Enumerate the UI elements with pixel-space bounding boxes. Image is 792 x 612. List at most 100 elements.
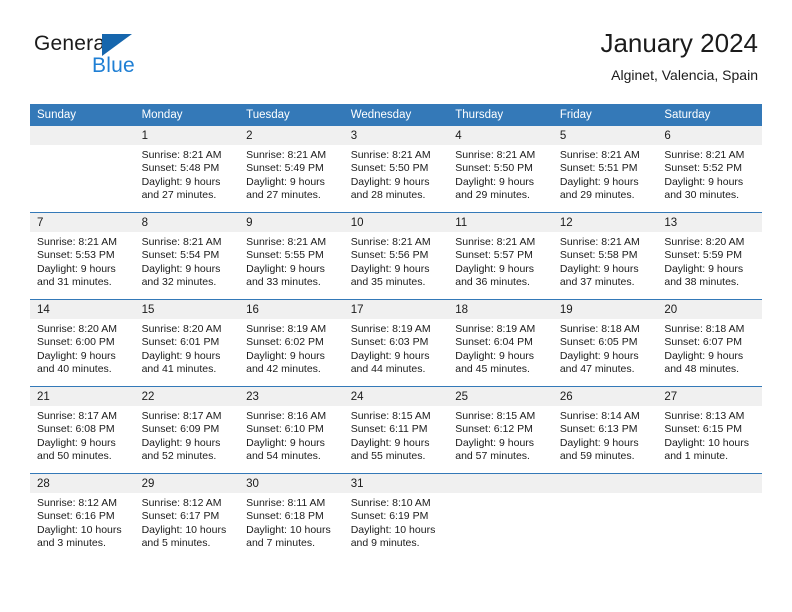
- sunset-time: Sunset: 5:50 PM: [455, 162, 533, 175]
- day-number: 22: [134, 387, 240, 406]
- calendar-day-cell[interactable]: 2 Sunrise: 8:21 AM Sunset: 5:49 PM Daylight…: [239, 126, 344, 212]
- calendar-day-cell[interactable]: 29 Sunrise: 8:12 AM Sunset: 6:17 PM Dayligh…: [134, 474, 240, 560]
- calendar-day-cell[interactable]: 17 Sunrise: 8:19 AM Sunset: 6:03 PM Dayligh…: [343, 300, 449, 386]
- sunrise-time: Sunrise: 8:16 AM: [246, 410, 327, 422]
- daylight-duration-line1: Daylight: 9 hours: [664, 349, 744, 362]
- sunrise-time: Sunrise: 8:21 AM: [455, 236, 536, 248]
- sunset-time: Sunset: 6:10 PM: [246, 423, 324, 436]
- calendar-day-cell[interactable]: 18 Sunrise: 8:19 AM Sunset: 6:04 PM Dayligh…: [448, 300, 553, 386]
- daylight-duration-line2: and 45 minutes.: [455, 363, 530, 376]
- sunset-time: Sunset: 6:12 PM: [455, 423, 533, 436]
- calendar-day-cell[interactable]: 6 Sunrise: 8:21 AM Sunset: 5:52 PM Daylight…: [657, 126, 762, 212]
- calendar-cell: 13 Sunrise: 8:20 AM Sunset: 5:59 PM Dayligh…: [657, 212, 762, 300]
- daylight-duration-line1: Daylight: 9 hours: [37, 262, 116, 275]
- calendar-day-cell[interactable]: 16 Sunrise: 8:19 AM Sunset: 6:02 PM Dayligh…: [239, 300, 344, 386]
- calendar-day-cell[interactable]: 30 Sunrise: 8:11 AM Sunset: 6:18 PM Dayligh…: [239, 474, 344, 560]
- calendar-day-cell[interactable]: 14 Sunrise: 8:20 AM Sunset: 6:00 PM Dayligh…: [30, 300, 135, 386]
- sunset-time: Sunset: 5:56 PM: [350, 249, 429, 262]
- day-sun-info: Sunrise: 8:20 AM Sunset: 6:01 PM Daylight:…: [135, 319, 240, 377]
- calendar-day-cell[interactable]: 15 Sunrise: 8:20 AM Sunset: 6:01 PM Dayligh…: [134, 300, 240, 386]
- day-number: 19: [552, 300, 658, 319]
- sunrise-time: Sunrise: 8:21 AM: [37, 236, 117, 248]
- weekday-header-wednesday: Wednesday: [343, 104, 449, 126]
- daylight-duration-line1: Daylight: 9 hours: [350, 436, 430, 449]
- daylight-duration-line1: Daylight: 10 hours: [350, 523, 436, 536]
- sunset-time: Sunset: 5:58 PM: [559, 249, 638, 262]
- calendar-day-cell[interactable]: 8 Sunrise: 8:21 AM Sunset: 5:54 PM Daylight…: [134, 213, 240, 299]
- calendar-page: General Blue January 2024 Alginet, Valen…: [0, 0, 792, 612]
- sunset-time: Sunset: 5:50 PM: [350, 162, 429, 175]
- calendar-day-cell[interactable]: 4 Sunrise: 8:21 AM Sunset: 5:50 PM Daylight…: [448, 126, 553, 212]
- calendar-day-cell[interactable]: 11 Sunrise: 8:21 AM Sunset: 5:57 PM Dayligh…: [448, 213, 553, 299]
- calendar-day-cell[interactable]: 31 Sunrise: 8:10 AM Sunset: 6:19 PM Dayligh…: [343, 474, 449, 560]
- calendar-cell: 16 Sunrise: 8:19 AM Sunset: 6:02 PM Dayligh…: [239, 299, 344, 387]
- calendar-day-cell[interactable]: 3 Sunrise: 8:21 AM Sunset: 5:50 PM Daylight…: [343, 126, 449, 212]
- daylight-duration-line1: Daylight: 9 hours: [350, 262, 430, 275]
- daylight-duration-line1: Daylight: 9 hours: [141, 175, 221, 188]
- calendar-day-cell[interactable]: 22 Sunrise: 8:17 AM Sunset: 6:09 PM Dayligh…: [134, 387, 240, 473]
- day-number: 10: [343, 213, 449, 232]
- calendar-cell: 11 Sunrise: 8:21 AM Sunset: 5:57 PM Dayligh…: [448, 212, 553, 300]
- day-number: 29: [134, 474, 240, 493]
- daylight-duration-line1: Daylight: 10 hours: [141, 523, 227, 536]
- sunset-time: Sunset: 5:51 PM: [559, 162, 638, 175]
- sunrise-time: Sunrise: 8:12 AM: [37, 497, 117, 509]
- daylight-duration-line1: Daylight: 9 hours: [455, 175, 535, 188]
- calendar-day-cell-empty: [552, 474, 658, 560]
- calendar-day-cell[interactable]: 24 Sunrise: 8:15 AM Sunset: 6:11 PM Dayligh…: [343, 387, 449, 473]
- day-sun-info: Sunrise: 8:19 AM Sunset: 6:03 PM Daylight:…: [344, 319, 449, 377]
- daylight-duration-line2: and 50 minutes.: [37, 450, 112, 463]
- day-number: 21: [30, 387, 135, 406]
- calendar-day-cell[interactable]: 20 Sunrise: 8:18 AM Sunset: 6:07 PM Dayligh…: [657, 300, 762, 386]
- calendar-day-cell[interactable]: 7 Sunrise: 8:21 AM Sunset: 5:53 PM Daylight…: [30, 213, 135, 299]
- sunrise-time: Sunrise: 8:21 AM: [141, 149, 222, 161]
- day-sun-info: Sunrise: 8:21 AM Sunset: 5:50 PM Daylight:…: [344, 145, 449, 203]
- day-number: 15: [134, 300, 240, 319]
- calendar-day-cell[interactable]: 9 Sunrise: 8:21 AM Sunset: 5:55 PM Daylight…: [239, 213, 344, 299]
- day-sun-info: Sunrise: 8:18 AM Sunset: 6:07 PM Daylight:…: [657, 319, 762, 377]
- calendar-day-cell[interactable]: 26 Sunrise: 8:14 AM Sunset: 6:13 PM Dayligh…: [552, 387, 658, 473]
- general-blue-logo[interactable]: General Blue: [34, 32, 164, 86]
- calendar-day-cell[interactable]: 10 Sunrise: 8:21 AM Sunset: 5:56 PM Dayligh…: [343, 213, 449, 299]
- calendar-cell: 10 Sunrise: 8:21 AM Sunset: 5:56 PM Dayligh…: [343, 212, 449, 300]
- daylight-duration-line2: and 27 minutes.: [141, 189, 217, 202]
- calendar-day-cell[interactable]: 27 Sunrise: 8:13 AM Sunset: 6:15 PM Dayligh…: [657, 387, 762, 473]
- daylight-duration-line1: Daylight: 9 hours: [37, 436, 116, 449]
- sunset-time: Sunset: 5:57 PM: [455, 249, 533, 262]
- day-sun-info: Sunrise: 8:21 AM Sunset: 5:48 PM Daylight:…: [135, 145, 240, 203]
- calendar-day-cell[interactable]: 5 Sunrise: 8:21 AM Sunset: 5:51 PM Daylight…: [552, 126, 658, 212]
- day-number: 30: [239, 474, 344, 493]
- day-number: 8: [134, 213, 240, 232]
- daylight-duration-line2: and 29 minutes.: [559, 189, 635, 202]
- sunset-time: Sunset: 6:11 PM: [350, 423, 428, 436]
- daylight-duration-line1: Daylight: 10 hours: [246, 523, 331, 536]
- calendar-cell: 6 Sunrise: 8:21 AM Sunset: 5:52 PM Daylight…: [657, 126, 762, 213]
- sunset-time: Sunset: 6:02 PM: [246, 336, 324, 349]
- sunrise-time: Sunrise: 8:19 AM: [455, 323, 536, 335]
- calendar-cell: 12 Sunrise: 8:21 AM Sunset: 5:58 PM Dayligh…: [552, 212, 658, 300]
- sunrise-time: Sunrise: 8:18 AM: [664, 323, 745, 335]
- calendar-day-cell[interactable]: 1 Sunrise: 8:21 AM Sunset: 5:48 PM Daylight…: [134, 126, 240, 212]
- calendar-day-cell[interactable]: 13 Sunrise: 8:20 AM Sunset: 5:59 PM Dayligh…: [657, 213, 762, 299]
- daylight-duration-line1: Daylight: 9 hours: [559, 175, 639, 188]
- daylight-duration-line1: Daylight: 9 hours: [455, 436, 535, 449]
- daylight-duration-line1: Daylight: 9 hours: [455, 262, 535, 275]
- calendar-day-cell[interactable]: 21 Sunrise: 8:17 AM Sunset: 6:08 PM Dayligh…: [30, 387, 135, 473]
- calendar-day-cell[interactable]: 12 Sunrise: 8:21 AM Sunset: 5:58 PM Dayligh…: [552, 213, 658, 299]
- daylight-duration-line2: and 35 minutes.: [350, 276, 426, 289]
- day-number: 6: [657, 126, 762, 145]
- calendar-cell: 9 Sunrise: 8:21 AM Sunset: 5:55 PM Daylight…: [239, 212, 344, 300]
- sunrise-time: Sunrise: 8:11 AM: [246, 497, 326, 509]
- sunrise-time: Sunrise: 8:21 AM: [350, 236, 431, 248]
- calendar-week-row: 14 Sunrise: 8:20 AM Sunset: 6:00 PM Dayligh…: [30, 299, 762, 387]
- calendar-cell: 23 Sunrise: 8:16 AM Sunset: 6:10 PM Dayligh…: [239, 386, 344, 474]
- sunrise-time: Sunrise: 8:20 AM: [37, 323, 117, 335]
- calendar-day-cell[interactable]: 25 Sunrise: 8:15 AM Sunset: 6:12 PM Dayligh…: [448, 387, 553, 473]
- daylight-duration-line1: Daylight: 9 hours: [141, 349, 221, 362]
- calendar-cell: 17 Sunrise: 8:19 AM Sunset: 6:03 PM Dayligh…: [343, 299, 449, 387]
- daylight-duration-line2: and 38 minutes.: [664, 276, 740, 289]
- day-sun-info: Sunrise: 8:21 AM Sunset: 5:50 PM Daylight:…: [448, 145, 553, 203]
- calendar-day-cell[interactable]: 19 Sunrise: 8:18 AM Sunset: 6:05 PM Dayligh…: [552, 300, 658, 386]
- calendar-day-cell[interactable]: 23 Sunrise: 8:16 AM Sunset: 6:10 PM Dayligh…: [239, 387, 344, 473]
- calendar-day-cell[interactable]: 28 Sunrise: 8:12 AM Sunset: 6:16 PM Dayligh…: [30, 474, 135, 560]
